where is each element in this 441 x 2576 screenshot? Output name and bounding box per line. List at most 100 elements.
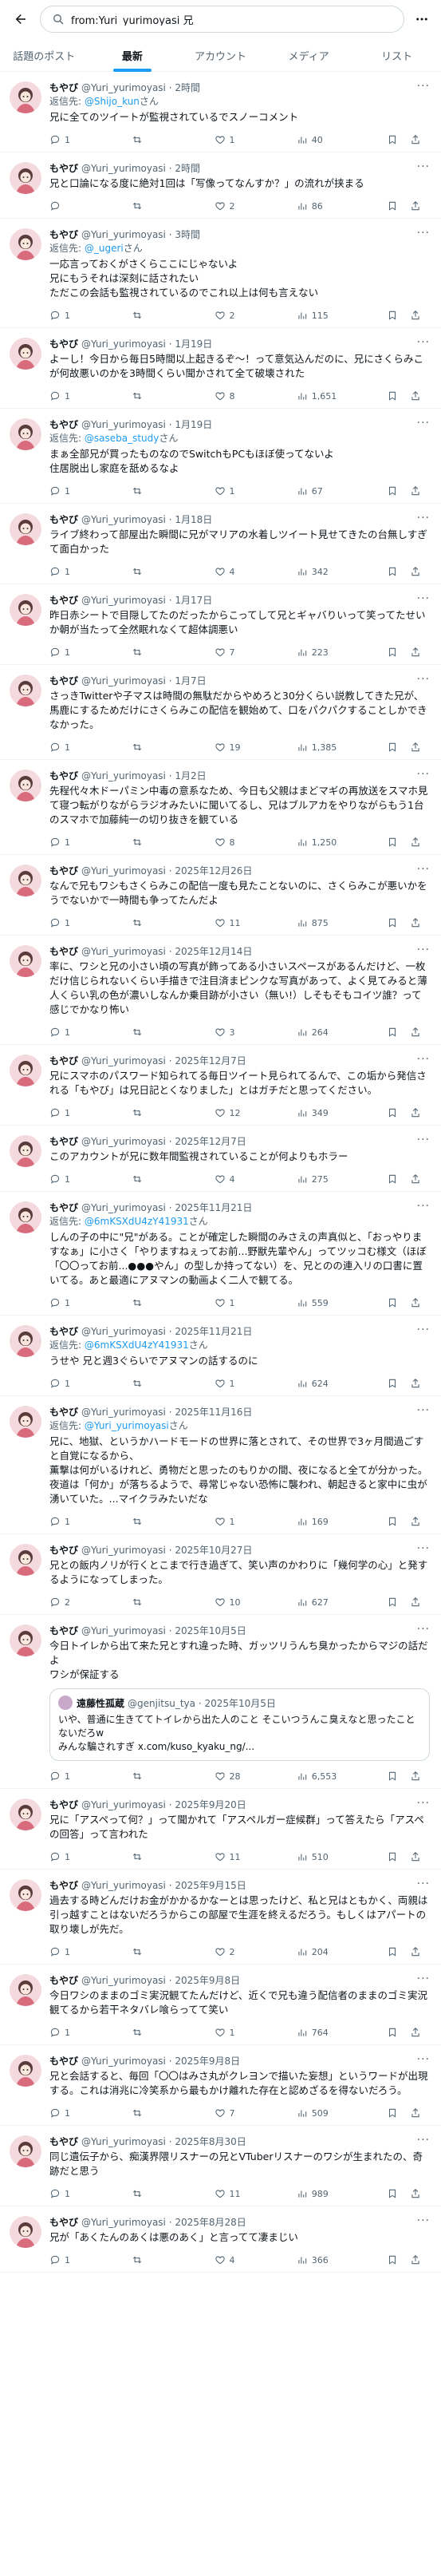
repost-button[interactable]	[132, 566, 214, 577]
views-button[interactable]: 989	[297, 2188, 379, 2199]
bookmark-button[interactable]	[387, 2027, 402, 2038]
share-button[interactable]	[410, 390, 425, 402]
tweet[interactable]: ··· もやび @Yuri_yurimoyasi · 2025年9月20日 兄に…	[0, 1789, 441, 1870]
display-name[interactable]: もやび	[49, 2215, 78, 2229]
views-button[interactable]: 264	[297, 1027, 379, 1038]
like-button[interactable]: 7	[215, 647, 297, 658]
repost-button[interactable]	[132, 917, 214, 928]
bookmark-button[interactable]	[387, 2254, 402, 2265]
share-button[interactable]	[410, 200, 425, 212]
reply-button[interactable]: 1	[49, 485, 132, 497]
more-icon[interactable]: ···	[417, 768, 430, 781]
views-button[interactable]: 204	[297, 1946, 379, 1957]
views-button[interactable]: 275	[297, 1173, 379, 1185]
repost-button[interactable]	[132, 200, 214, 212]
display-name[interactable]: もやび	[49, 944, 78, 958]
like-button[interactable]: 4	[215, 566, 297, 577]
avatar[interactable]	[10, 865, 41, 896]
reply-button[interactable]: 1	[49, 647, 132, 658]
bookmark-button[interactable]	[387, 647, 402, 658]
repost-button[interactable]	[132, 134, 214, 145]
views-button[interactable]: 1,250	[297, 837, 379, 848]
bookmark-button[interactable]	[387, 2188, 402, 2199]
reply-button[interactable]: 1	[49, 1027, 132, 1038]
avatar[interactable]	[10, 1325, 41, 1357]
reply-button[interactable]: 1	[49, 1516, 132, 1527]
handle-and-time[interactable]: @Yuri_yurimoyasi · 2025年12月26日	[81, 864, 252, 877]
reply-button[interactable]: 1	[49, 2107, 132, 2119]
share-button[interactable]	[410, 1946, 425, 1957]
more-icon[interactable]: ···	[417, 944, 430, 956]
bookmark-button[interactable]	[387, 742, 402, 753]
avatar[interactable]	[10, 228, 41, 260]
handle-and-time[interactable]: @Yuri_yurimoyasi · 2025年11月21日	[81, 1324, 252, 1338]
bookmark-button[interactable]	[387, 566, 402, 577]
more-icon[interactable]: ···	[417, 592, 430, 605]
avatar[interactable]	[10, 162, 41, 194]
display-name[interactable]: もやび	[49, 228, 78, 241]
display-name[interactable]: もやび	[49, 417, 78, 431]
tweet[interactable]: ··· もやび @Yuri_yurimoyasi · 2025年9月8日 今日ワ…	[0, 1965, 441, 2045]
share-button[interactable]	[410, 1107, 425, 1118]
like-button[interactable]: 11	[215, 917, 297, 928]
handle-and-time[interactable]: @Yuri_yurimoyasi · 2025年10月5日	[81, 1624, 246, 1637]
like-button[interactable]: 4	[215, 1173, 297, 1185]
share-button[interactable]	[410, 1297, 425, 1308]
like-button[interactable]: 12	[215, 1107, 297, 1118]
tweet[interactable]: ··· もやび @Yuri_yurimoyasi · 1月7日 さっきTwitt…	[0, 665, 441, 760]
tweet[interactable]: ··· もやび @Yuri_yurimoyasi · 1月17日 昨日赤シートで…	[0, 584, 441, 665]
reply-button[interactable]: 1	[49, 2254, 132, 2265]
reply-to-link[interactable]: @6mKSXdU4zY41931	[85, 1339, 189, 1351]
tab-lists[interactable]: リスト	[352, 38, 441, 72]
more-icon[interactable]: ···	[417, 863, 430, 876]
share-button[interactable]	[410, 2027, 425, 2038]
more-icon[interactable]: ···	[417, 1878, 430, 1890]
repost-button[interactable]	[132, 1378, 214, 1389]
share-button[interactable]	[410, 2188, 425, 2199]
display-name[interactable]: もやび	[49, 1054, 78, 1067]
display-name[interactable]: もやび	[49, 864, 78, 877]
tab-media[interactable]: メディア	[265, 38, 353, 72]
share-button[interactable]	[410, 647, 425, 658]
tab-top[interactable]: 話題のポスト	[0, 38, 89, 72]
like-button[interactable]: 7	[215, 2107, 297, 2119]
more-icon[interactable]: ···	[417, 2053, 430, 2066]
tweet[interactable]: ··· もやび @Yuri_yurimoyasi · 2025年12月14日 率…	[0, 936, 441, 1045]
handle-and-time[interactable]: @Yuri_yurimoyasi · 1月18日	[81, 512, 212, 526]
like-button[interactable]: 4	[215, 2254, 297, 2265]
repost-button[interactable]	[132, 1946, 214, 1957]
repost-button[interactable]	[132, 2188, 214, 2199]
bookmark-button[interactable]	[387, 1297, 402, 1308]
tweet[interactable]: ··· もやび @Yuri_yurimoyasi · 1月18日 ライブ終わって…	[0, 504, 441, 584]
share-button[interactable]	[410, 566, 425, 577]
bookmark-button[interactable]	[387, 200, 402, 212]
display-name[interactable]: もやび	[49, 161, 78, 175]
reply-button[interactable]: 1	[49, 2188, 132, 2199]
more-icon[interactable]: ···	[417, 1542, 430, 1555]
share-button[interactable]	[410, 1771, 425, 1782]
share-button[interactable]	[410, 1027, 425, 1038]
handle-and-time[interactable]: @Yuri_yurimoyasi · 2025年12月14日	[81, 944, 252, 958]
display-name[interactable]: もやび	[49, 674, 78, 687]
like-button[interactable]: 2	[215, 200, 297, 212]
share-button[interactable]	[410, 1378, 425, 1389]
repost-button[interactable]	[132, 2027, 214, 2038]
more-icon[interactable]: ···	[417, 227, 430, 239]
tweet[interactable]: ··· もやび @Yuri_yurimoyasi · 2025年9月8日 兄と会…	[0, 2045, 441, 2126]
bookmark-button[interactable]	[387, 1027, 402, 1038]
handle-and-time[interactable]: @Yuri_yurimoyasi · 2025年9月8日	[81, 2054, 240, 2068]
avatar[interactable]	[10, 1624, 41, 1656]
views-button[interactable]: 86	[297, 200, 379, 212]
repost-button[interactable]	[132, 2254, 214, 2265]
more-icon[interactable]: ···	[417, 80, 430, 93]
tweet[interactable]: ··· もやび @Yuri_yurimoyasi · 2025年10月27日 兄…	[0, 1534, 441, 1615]
views-button[interactable]: 1,385	[297, 742, 379, 753]
handle-and-time[interactable]: @Yuri_yurimoyasi · 2025年9月15日	[81, 1878, 246, 1892]
display-name[interactable]: もやび	[49, 1798, 78, 1811]
tweet[interactable]: ··· もやび @Yuri_yurimoyasi · 2025年12月26日 な…	[0, 855, 441, 936]
search-input[interactable]	[71, 13, 392, 26]
tweet[interactable]: ··· もやび @Yuri_yurimoyasi · 2025年9月15日 過去…	[0, 1870, 441, 1965]
like-button[interactable]: 8	[215, 390, 297, 402]
like-button[interactable]: 1	[215, 134, 297, 145]
bookmark-button[interactable]	[387, 1516, 402, 1527]
